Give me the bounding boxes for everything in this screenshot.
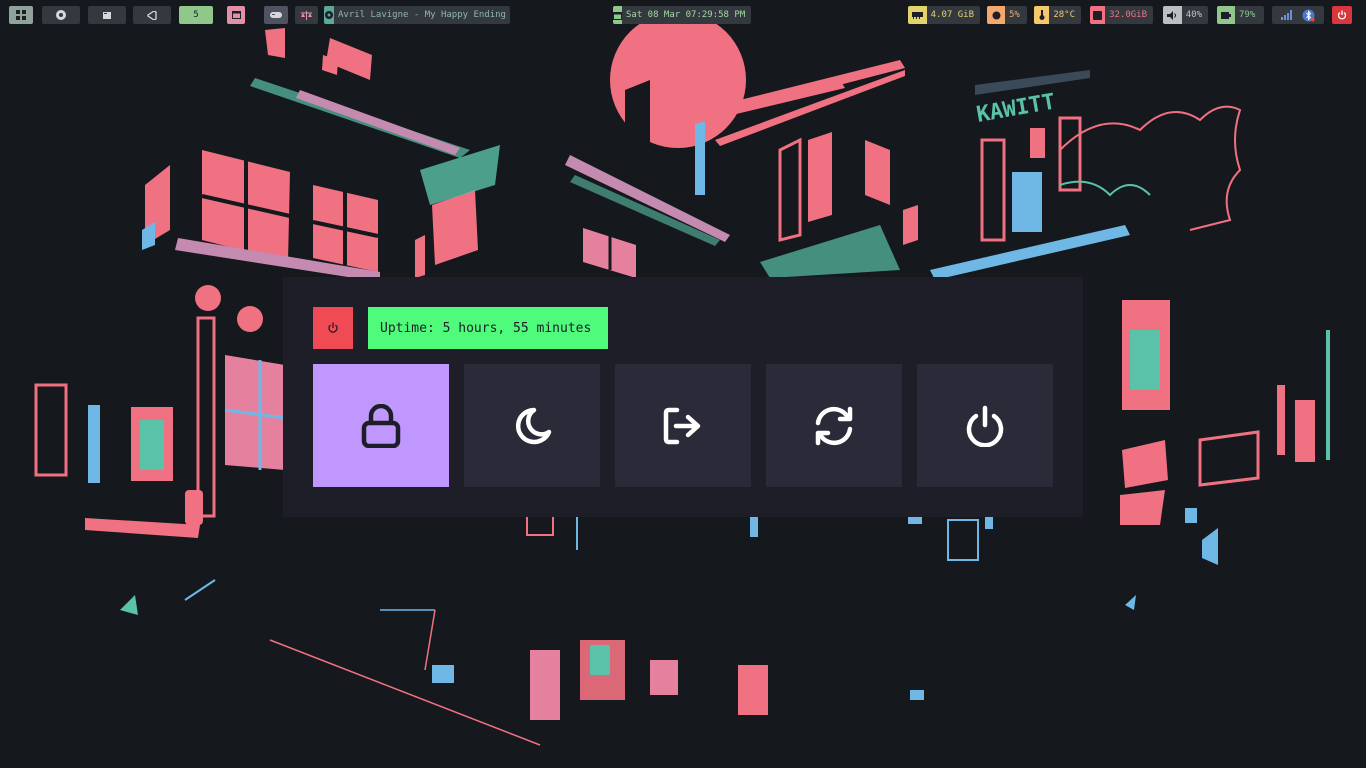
disk-value: 32.0GiB (1109, 10, 1147, 20)
window-icon (231, 11, 241, 19)
power-icon (966, 405, 1004, 447)
power-menu: Uptime: 5 hours, 55 minutes (283, 277, 1083, 517)
cpu-value: 5% (1009, 10, 1020, 20)
memory-value: 4.07 GiB (930, 10, 974, 20)
volume-value: 40% (1185, 10, 1202, 20)
temperature-value: 28°C (1053, 10, 1075, 20)
memory-icon (911, 11, 923, 19)
grid-icon (16, 10, 26, 20)
battery-value: 79% (1239, 10, 1256, 20)
terminal-icon (103, 11, 111, 19)
clock[interactable]: Sat 08 Mar 07:29:58 PM (613, 6, 751, 24)
volume-icon (1167, 10, 1177, 20)
logout-button[interactable] (615, 364, 751, 487)
system-tray (1272, 6, 1324, 24)
shutdown-button[interactable] (917, 364, 1053, 487)
wifi-signal-icon[interactable] (1281, 10, 1293, 20)
disk-widget[interactable]: 32.0GiB (1090, 6, 1153, 24)
power-icon (328, 322, 338, 333)
reboot-button[interactable] (766, 364, 902, 487)
workspace-number: 5 (193, 10, 199, 20)
battery-icon (1221, 11, 1231, 19)
menu-button[interactable] (9, 6, 33, 24)
vscode-icon (147, 10, 157, 20)
bluetooth-tray[interactable] (264, 6, 288, 24)
volume-widget[interactable]: 40% (1163, 6, 1208, 24)
memory-widget[interactable]: 4.07 GiB (908, 6, 980, 24)
cpu-widget[interactable]: 5% (987, 6, 1027, 24)
thermometer-icon (1039, 10, 1045, 20)
scales-tray[interactable] (295, 6, 318, 24)
moon-icon (515, 407, 552, 444)
bluetooth-icon[interactable] (1302, 9, 1315, 22)
calendar-icon (613, 11, 622, 20)
chrome-icon (56, 10, 66, 20)
power-menu-prompt-icon (313, 307, 353, 349)
uptime-label: Uptime: 5 hours, 55 minutes (368, 307, 608, 349)
lock-button[interactable] (313, 364, 449, 487)
workspace-indicator[interactable]: 5 (179, 6, 213, 24)
music-icon (325, 11, 333, 19)
now-playing[interactable]: Avril Lavigne - My Happy Ending (324, 6, 510, 24)
disk-icon (1093, 10, 1103, 20)
clock-text: Sat 08 Mar 07:29:58 PM (626, 10, 746, 20)
lock-icon (361, 403, 401, 448)
gamepad-icon (270, 12, 282, 18)
cpu-icon (992, 11, 1000, 19)
window-button[interactable] (227, 6, 245, 24)
reboot-icon (815, 406, 853, 445)
now-playing-text: Avril Lavigne - My Happy Ending (338, 10, 506, 20)
temperature-widget[interactable]: 28°C (1034, 6, 1081, 24)
power-tray-button[interactable] (1332, 6, 1352, 24)
top-bar: 5 Avril Lavigne - My Happy Ending Sat 08… (0, 0, 1366, 32)
power-icon (1337, 10, 1347, 20)
suspend-button[interactable] (464, 364, 600, 487)
browser-launcher[interactable] (42, 6, 80, 24)
scales-icon (301, 10, 312, 20)
editor-launcher[interactable] (133, 6, 171, 24)
terminal-launcher[interactable] (88, 6, 126, 24)
logout-icon (663, 407, 701, 444)
battery-widget[interactable]: 79% (1217, 6, 1264, 24)
